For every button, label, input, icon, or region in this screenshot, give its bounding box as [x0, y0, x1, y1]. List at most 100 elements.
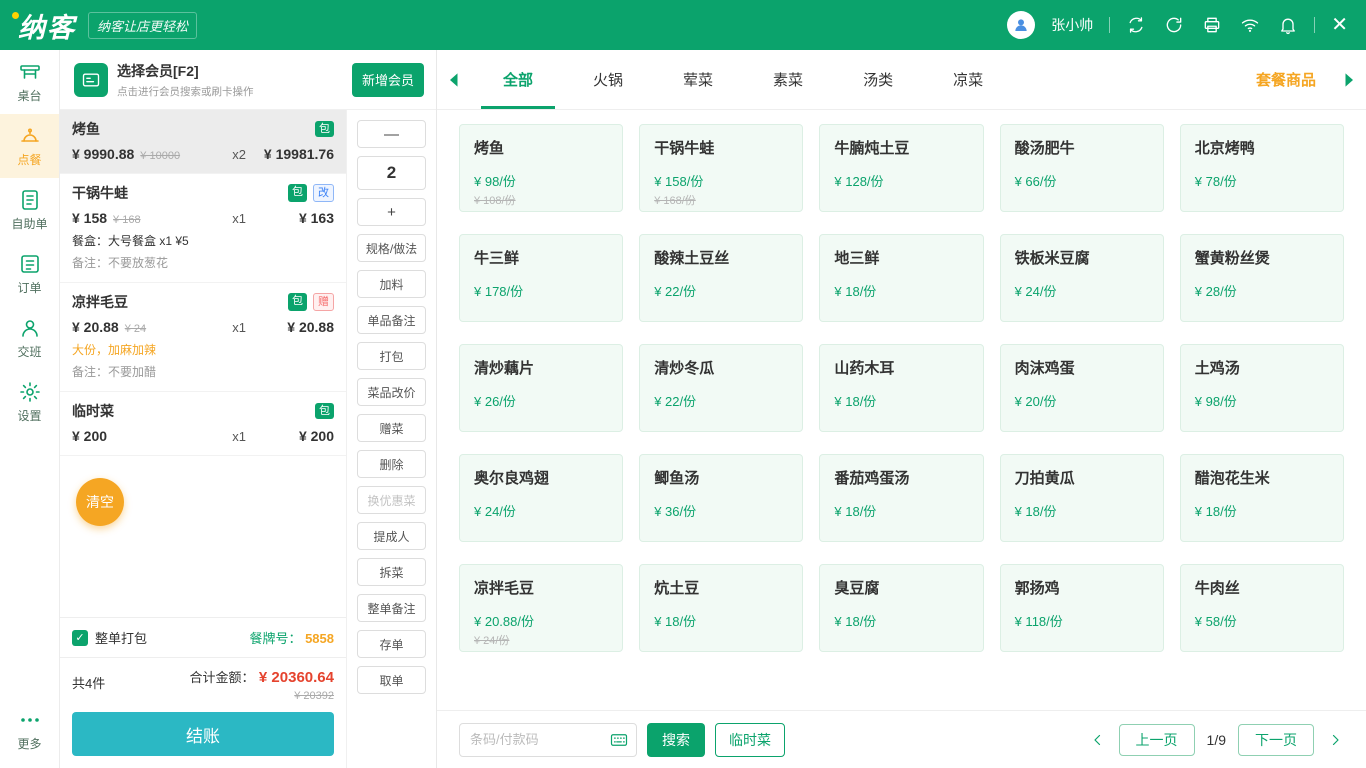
tab-combo-products[interactable]: 套餐商品 — [1242, 50, 1330, 109]
badge-modified: 改 — [313, 184, 334, 203]
search-button[interactable]: 搜索 — [647, 723, 705, 757]
prev-page-button[interactable]: 上一页 — [1119, 724, 1195, 756]
cart-item-total: ¥ 200 — [246, 428, 334, 444]
keyboard-icon[interactable] — [609, 731, 629, 749]
menu-item-card[interactable]: 蟹黄粉丝煲 ¥ 28/份 — [1180, 234, 1344, 322]
wifi-icon[interactable] — [1240, 15, 1260, 35]
item-count: 共4件 — [72, 673, 105, 692]
menu-item-card[interactable]: 烤鱼 ¥ 98/份 ¥ 108/份 — [459, 124, 623, 212]
topbar-divider — [1314, 17, 1315, 33]
cart-item-qty: x1 — [232, 211, 246, 226]
menu-item-card[interactable]: 清炒藕片 ¥ 26/份 — [459, 344, 623, 432]
sidebar-item-shift[interactable]: 交班 — [0, 306, 59, 370]
temp-dish-button[interactable]: 临时菜 — [715, 723, 785, 757]
menu-item-card[interactable]: 酸辣土豆丝 ¥ 22/份 — [639, 234, 803, 322]
refresh-icon[interactable] — [1164, 15, 1184, 35]
pack-checkbox[interactable]: ✓ — [72, 630, 88, 646]
cart-item[interactable]: 凉拌毛豆 包赠 ¥ 20.88 ¥ 24 x1 ¥ 20.88 大份，加麻加辣 … — [60, 283, 346, 392]
bell-icon[interactable] — [1278, 15, 1298, 35]
menu-item-card[interactable]: 番茄鸡蛋汤 ¥ 18/份 — [819, 454, 983, 542]
action-button[interactable]: 存单 — [357, 630, 426, 658]
prev-chevron-icon[interactable] — [1089, 731, 1107, 749]
next-page-button[interactable]: 下一页 — [1238, 724, 1314, 756]
menu-item-card[interactable]: 牛三鲜 ¥ 178/份 — [459, 234, 623, 322]
sidebar-item-settings[interactable]: 设置 — [0, 370, 59, 434]
menu-item-card[interactable]: 牛腩炖土豆 ¥ 128/份 — [819, 124, 983, 212]
printer-icon[interactable] — [1202, 15, 1222, 35]
menu-item-card[interactable]: 山药木耳 ¥ 18/份 — [819, 344, 983, 432]
category-tab-荤菜[interactable]: 荤菜 — [653, 50, 743, 109]
menu-item-price: ¥ 20/份 — [1015, 391, 1149, 410]
menu-item-card[interactable]: 干锅牛蛙 ¥ 158/份 ¥ 168/份 — [639, 124, 803, 212]
category-tab-汤类[interactable]: 汤类 — [833, 50, 923, 109]
menu-item-card[interactable]: 炕土豆 ¥ 18/份 — [639, 564, 803, 652]
menu-item-card[interactable]: 鲫鱼汤 ¥ 36/份 — [639, 454, 803, 542]
menu-item-name: 凉拌毛豆 — [474, 577, 608, 598]
menu-item-card[interactable]: 铁板米豆腐 ¥ 24/份 — [1000, 234, 1164, 322]
menu-item-card[interactable]: 醋泡花生米 ¥ 18/份 — [1180, 454, 1344, 542]
menu-item-name: 郭扬鸡 — [1015, 577, 1149, 598]
cart-item-badges: 包改 — [288, 184, 334, 203]
menu-item-price: ¥ 18/份 — [834, 611, 968, 630]
sidebar-item-order[interactable]: 点餐 — [0, 114, 59, 178]
cart-item[interactable]: 烤鱼 包 ¥ 9990.88 ¥ 10000 x2 ¥ 19981.76 — [60, 110, 346, 174]
category-scroll-left-icon[interactable] — [437, 50, 473, 109]
cart-item[interactable]: 干锅牛蛙 包改 ¥ 158 ¥ 168 x1 ¥ 163 餐盒：大号餐盒 x1 … — [60, 174, 346, 283]
action-button[interactable]: 删除 — [357, 450, 426, 478]
action-button[interactable]: 单品备注 — [357, 306, 426, 334]
menu-item-card[interactable]: 臭豆腐 ¥ 18/份 — [819, 564, 983, 652]
menu-item-name: 鲫鱼汤 — [654, 467, 788, 488]
action-button[interactable]: 拆菜 — [357, 558, 426, 586]
action-button[interactable]: 规格/做法 — [357, 234, 426, 262]
member-header: 选择会员[F2] 点击进行会员搜索或刷卡操作 新增会员 — [60, 50, 436, 110]
menu-item-name: 蟹黄粉丝煲 — [1195, 247, 1329, 268]
member-select[interactable]: 选择会员[F2] 点击进行会员搜索或刷卡操作 — [74, 61, 352, 99]
menu-item-card[interactable]: 肉沫鸡蛋 ¥ 20/份 — [1000, 344, 1164, 432]
action-button[interactable]: 菜品改价 — [357, 378, 426, 406]
cart-item-spec: 大份，加麻加辣 — [72, 341, 334, 358]
clear-cart-button[interactable]: 清空 — [76, 478, 124, 526]
checkout-button[interactable]: 结账 — [72, 712, 334, 756]
close-icon[interactable]: ✕ — [1331, 15, 1348, 35]
username[interactable]: 张小帅 — [1051, 15, 1093, 35]
menu-item-card[interactable]: 刀拍黄瓜 ¥ 18/份 — [1000, 454, 1164, 542]
action-button[interactable]: 赠菜 — [357, 414, 426, 442]
sidebar-item-label: 订单 — [17, 279, 41, 296]
menu-item-card[interactable]: 北京烤鸭 ¥ 78/份 — [1180, 124, 1344, 212]
cart-item-price: ¥ 20.88 — [72, 319, 119, 335]
sidebar-item-table[interactable]: 桌台 — [0, 50, 59, 114]
action-button[interactable]: 取单 — [357, 666, 426, 694]
menu-item-card[interactable]: 奥尔良鸡翅 ¥ 24/份 — [459, 454, 623, 542]
menu-item-card[interactable]: 酸汤肥牛 ¥ 66/份 — [1000, 124, 1164, 212]
action-button[interactable]: 提成人 — [357, 522, 426, 550]
menu-item-card[interactable]: 土鸡汤 ¥ 98/份 — [1180, 344, 1344, 432]
menu-item-card[interactable]: 清炒冬瓜 ¥ 22/份 — [639, 344, 803, 432]
sidebar-item-orders[interactable]: 订单 — [0, 242, 59, 306]
menu-item-card[interactable]: 牛肉丝 ¥ 58/份 — [1180, 564, 1344, 652]
action-button[interactable]: 整单备注 — [357, 594, 426, 622]
qty-display: 2 — [357, 156, 426, 190]
qty-plus-button[interactable]: + — [357, 198, 426, 226]
main-row: 桌台 点餐 自助单 订单 交班 设置 更多 选择会员[F2] 点击进行会员搜索或… — [0, 50, 1366, 768]
next-chevron-icon[interactable] — [1326, 731, 1344, 749]
sync-icon[interactable] — [1126, 15, 1146, 35]
category-tab-凉菜[interactable]: 凉菜 — [923, 50, 1013, 109]
avatar[interactable] — [1007, 11, 1035, 39]
sidebar-item-selfservice[interactable]: 自助单 — [0, 178, 59, 242]
cart-item-original-price: ¥ 10000 — [140, 150, 180, 162]
action-button[interactable]: 加料 — [357, 270, 426, 298]
category-tab-素菜[interactable]: 素菜 — [743, 50, 833, 109]
action-button[interactable]: 打包 — [357, 342, 426, 370]
cart-item[interactable]: 临时菜 包 ¥ 200 x1 ¥ 200 — [60, 392, 346, 456]
category-tab-全部[interactable]: 全部 — [473, 50, 563, 109]
add-member-button[interactable]: 新增会员 — [352, 63, 424, 97]
sidebar-item-label: 点餐 — [17, 151, 41, 168]
menu-grid: 烤鱼 ¥ 98/份 ¥ 108/份 干锅牛蛙 ¥ 158/份 ¥ 168/份 牛… — [437, 110, 1366, 710]
menu-item-card[interactable]: 地三鲜 ¥ 18/份 — [819, 234, 983, 322]
sidebar-item-more[interactable]: 更多 — [0, 698, 59, 762]
qty-minus-button[interactable]: — — [357, 120, 426, 148]
category-tab-火锅[interactable]: 火锅 — [563, 50, 653, 109]
menu-item-card[interactable]: 凉拌毛豆 ¥ 20.88/份 ¥ 24/份 — [459, 564, 623, 652]
menu-item-card[interactable]: 郭扬鸡 ¥ 118/份 — [1000, 564, 1164, 652]
category-scroll-right-icon[interactable] — [1330, 50, 1366, 109]
